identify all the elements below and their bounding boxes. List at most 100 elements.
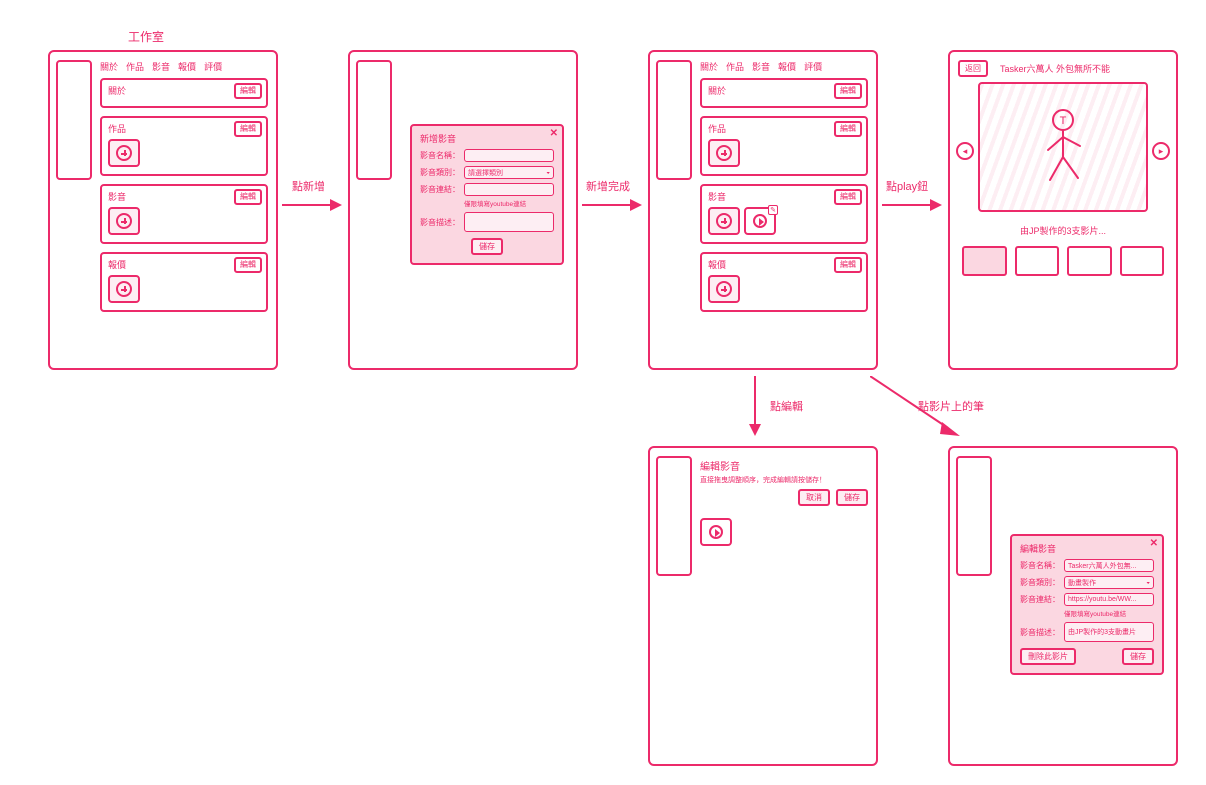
prev-button[interactable]: ◂ bbox=[956, 142, 974, 160]
back-button[interactable]: 返回 bbox=[958, 60, 988, 77]
tab-video[interactable]: 影音 bbox=[752, 60, 770, 73]
card-price: 報價 編輯 bbox=[100, 252, 268, 312]
card-about-title: 關於 bbox=[708, 86, 726, 96]
tab-works[interactable]: 作品 bbox=[126, 60, 144, 73]
card-about-title: 關於 bbox=[108, 86, 126, 96]
add-price-button[interactable] bbox=[708, 275, 740, 303]
tab-review[interactable]: 評價 bbox=[804, 60, 822, 73]
input-name[interactable] bbox=[464, 149, 554, 162]
video-thumb-draggable[interactable] bbox=[700, 518, 732, 546]
tab-about[interactable]: 關於 bbox=[100, 60, 118, 73]
plus-icon bbox=[716, 281, 732, 297]
cancel-button[interactable]: 取消 bbox=[798, 489, 830, 506]
edit-list-subtitle: 直接拖曳調整順序，完成編輯請按儲存！ bbox=[700, 475, 868, 485]
arrow-label-click-pencil: 點影片上的筆 bbox=[918, 398, 984, 414]
screen-add-modal: ✕ 新增影音 影音名稱： 影音類別： 請選擇類別 ▾ 影音連結： 僅限填寫you… bbox=[348, 50, 578, 370]
arrow-label-click-edit: 點編輯 bbox=[770, 398, 803, 414]
add-works-button[interactable] bbox=[708, 139, 740, 167]
tab-video[interactable]: 影音 bbox=[152, 60, 170, 73]
player-caption: 由JP製作的3支影片... bbox=[950, 224, 1176, 237]
card-video: 影音 編輯 bbox=[100, 184, 268, 244]
next-button[interactable]: ▸ bbox=[1152, 142, 1170, 160]
link-hint: 僅限填寫youtube連結 bbox=[1064, 608, 1154, 618]
card-price-title: 報價 bbox=[708, 260, 726, 270]
label-name: 影音名稱： bbox=[420, 150, 460, 161]
modal-edit-title: 編輯影音 bbox=[1020, 542, 1154, 555]
card-video: 影音 編輯 ✎ bbox=[700, 184, 868, 244]
tabs: 關於 作品 影音 報價 評價 bbox=[700, 60, 868, 73]
edit-button[interactable]: 編輯 bbox=[234, 83, 262, 99]
label-name: 影音名稱： bbox=[1020, 560, 1060, 571]
select-category[interactable]: 請選擇類別 ▾ bbox=[464, 166, 554, 179]
sidebar bbox=[356, 60, 392, 180]
video-thumb[interactable]: ✎ bbox=[744, 207, 776, 235]
arrow bbox=[582, 195, 642, 215]
arrow bbox=[882, 195, 942, 215]
select-category-value: 動畫製作 bbox=[1068, 578, 1096, 588]
chevron-left-icon: ◂ bbox=[963, 146, 968, 157]
sidebar bbox=[56, 60, 92, 180]
input-name[interactable]: Tasker六萬人外包無... bbox=[1064, 559, 1154, 572]
edit-button[interactable]: 編輯 bbox=[234, 121, 262, 137]
sidebar bbox=[656, 60, 692, 180]
delete-video-button[interactable]: 刪除此影片 bbox=[1020, 648, 1076, 665]
edit-button[interactable]: 編輯 bbox=[834, 257, 862, 273]
chevron-down-icon: ▾ bbox=[1146, 580, 1150, 585]
label-desc: 影音描述： bbox=[1020, 627, 1060, 638]
pencil-icon[interactable]: ✎ bbox=[768, 205, 778, 215]
tab-price[interactable]: 報價 bbox=[178, 60, 196, 73]
save-button[interactable]: 儲存 bbox=[1122, 648, 1154, 665]
link-hint: 僅限填寫youtube連結 bbox=[464, 198, 554, 208]
page-title: 工作室 bbox=[128, 28, 164, 45]
arrow-label-add-done: 新增完成 bbox=[586, 178, 630, 194]
add-works-button[interactable] bbox=[108, 139, 140, 167]
thumb-3[interactable] bbox=[1067, 246, 1112, 276]
edit-button[interactable]: 編輯 bbox=[234, 257, 262, 273]
card-about: 關於 編輯 bbox=[100, 78, 268, 108]
input-desc[interactable]: 由JP製作的3支動畫片 bbox=[1064, 622, 1154, 642]
edit-list-title: 編輯影音 bbox=[700, 458, 868, 473]
sidebar bbox=[656, 456, 692, 576]
thumb-1[interactable] bbox=[962, 246, 1007, 276]
edit-button[interactable]: 編輯 bbox=[834, 121, 862, 137]
close-icon[interactable]: ✕ bbox=[550, 128, 558, 139]
plus-icon bbox=[116, 213, 132, 229]
card-about: 關於 編輯 bbox=[700, 78, 868, 108]
input-link[interactable] bbox=[464, 183, 554, 196]
plus-icon bbox=[116, 281, 132, 297]
screen-player: 返回 Tasker六萬人 外包無所不能 T ◂ ▸ 由JP製作的3支影片... bbox=[948, 50, 1178, 370]
card-price-title: 報價 bbox=[108, 260, 126, 270]
edit-button[interactable]: 編輯 bbox=[834, 83, 862, 99]
add-video-button[interactable] bbox=[708, 207, 740, 235]
svg-text:T: T bbox=[1060, 115, 1067, 127]
card-video-title: 影音 bbox=[708, 192, 726, 202]
plus-icon bbox=[716, 145, 732, 161]
label-link: 影音連結： bbox=[420, 184, 460, 195]
player-title: Tasker六萬人 外包無所不能 bbox=[1000, 62, 1110, 75]
card-works: 作品 編輯 bbox=[100, 116, 268, 176]
sidebar bbox=[956, 456, 992, 576]
close-icon[interactable]: ✕ bbox=[1150, 538, 1158, 549]
tab-price[interactable]: 報價 bbox=[778, 60, 796, 73]
arrow-label-click-play: 點play鈕 bbox=[886, 178, 928, 194]
add-price-button[interactable] bbox=[108, 275, 140, 303]
tab-review[interactable]: 評價 bbox=[204, 60, 222, 73]
save-button[interactable]: 儲存 bbox=[471, 238, 503, 255]
input-desc[interactable] bbox=[464, 212, 554, 232]
input-link[interactable]: https://youtu.be/WW... bbox=[1064, 593, 1154, 606]
chevron-down-icon: ▾ bbox=[546, 170, 550, 175]
tab-works[interactable]: 作品 bbox=[726, 60, 744, 73]
edit-button[interactable]: 編輯 bbox=[834, 189, 862, 205]
tab-about[interactable]: 關於 bbox=[700, 60, 718, 73]
thumb-4[interactable] bbox=[1120, 246, 1165, 276]
select-category[interactable]: 動畫製作 ▾ bbox=[1064, 576, 1154, 589]
plus-icon bbox=[116, 145, 132, 161]
play-icon bbox=[753, 214, 767, 228]
arrow bbox=[740, 376, 770, 436]
edit-button[interactable]: 編輯 bbox=[234, 189, 262, 205]
save-button[interactable]: 儲存 bbox=[836, 489, 868, 506]
video-player[interactable]: T bbox=[978, 82, 1148, 212]
thumb-2[interactable] bbox=[1015, 246, 1060, 276]
screen-studio-after: 關於 作品 影音 報價 評價 關於 編輯 作品 編輯 影音 編輯 bbox=[648, 50, 878, 370]
add-video-button[interactable] bbox=[108, 207, 140, 235]
